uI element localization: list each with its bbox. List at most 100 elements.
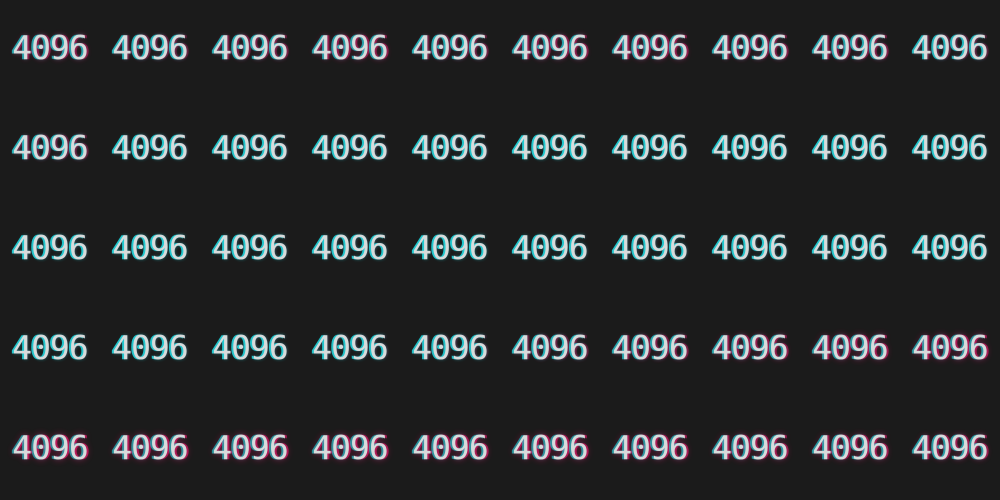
number-text: 4096	[612, 28, 688, 67]
number-label: 4096	[0, 428, 100, 468]
number-text: 4096	[912, 28, 988, 67]
number-label: 4096	[0, 228, 100, 268]
number-text: 4096	[112, 428, 188, 467]
number-label: 4096	[500, 128, 600, 168]
number-text: 4096	[112, 228, 188, 267]
number-text: 4096	[612, 128, 688, 167]
number-text: 4096	[312, 228, 388, 267]
grid-row: 4096 4096 4096 4096 4096 4096 4096 4096 4096 4096	[0, 428, 1000, 468]
number-text: 4096	[312, 428, 388, 467]
number-label: 4096	[0, 328, 100, 368]
number-text: 4096	[312, 128, 388, 167]
number-text: 4096	[812, 28, 888, 67]
number-grid: 4096 4096 4096 4096 4096 4096 4096 4096 4096 4096…	[0, 0, 1000, 500]
number-text: 4096	[812, 228, 888, 267]
number-text: 4096	[412, 128, 488, 167]
number-label: 4096	[700, 28, 800, 68]
number-text: 4096	[412, 228, 488, 267]
number-label: 4096	[600, 128, 700, 168]
number-label: 4096	[900, 328, 1000, 368]
number-label: 4096	[400, 228, 500, 268]
number-text: 4096	[612, 328, 688, 367]
number-text: 4096	[912, 328, 988, 367]
grid-row: 4096 4096 4096 4096 4096 4096 4096 4096 4096 4096	[0, 228, 1000, 268]
number-label: 4096	[400, 28, 500, 68]
number-label: 4096	[500, 428, 600, 468]
number-text: 4096	[412, 328, 488, 367]
number-label: 4096	[800, 28, 900, 68]
number-label: 4096	[800, 328, 900, 368]
number-label: 4096	[300, 328, 400, 368]
number-text: 4096	[112, 28, 188, 67]
number-label: 4096	[200, 28, 300, 68]
number-label: 4096	[600, 428, 700, 468]
number-text: 4096	[812, 328, 888, 367]
number-label: 4096	[300, 28, 400, 68]
number-text: 4096	[512, 228, 588, 267]
number-text: 4096	[812, 428, 888, 467]
grid-row: 4096 4096 4096 4096 4096 4096 4096 4096 4096 4096	[0, 28, 1000, 68]
number-label: 4096	[0, 28, 100, 68]
number-label: 4096	[700, 328, 800, 368]
number-text: 4096	[712, 128, 788, 167]
number-label: 4096	[300, 228, 400, 268]
number-text: 4096	[212, 128, 288, 167]
number-text: 4096	[12, 328, 88, 367]
number-label: 4096	[400, 128, 500, 168]
number-label: 4096	[0, 128, 100, 168]
number-text: 4096	[212, 328, 288, 367]
number-label: 4096	[800, 228, 900, 268]
number-text: 4096	[212, 228, 288, 267]
number-text: 4096	[612, 228, 688, 267]
number-text: 4096	[712, 428, 788, 467]
number-label: 4096	[600, 228, 700, 268]
number-text: 4096	[512, 28, 588, 67]
number-label: 4096	[900, 428, 1000, 468]
number-text: 4096	[12, 428, 88, 467]
number-label: 4096	[100, 328, 200, 368]
number-text: 4096	[712, 228, 788, 267]
number-text: 4096	[112, 128, 188, 167]
number-label: 4096	[500, 28, 600, 68]
number-text: 4096	[412, 28, 488, 67]
number-text: 4096	[512, 328, 588, 367]
number-text: 4096	[612, 428, 688, 467]
number-label: 4096	[300, 428, 400, 468]
number-label: 4096	[600, 28, 700, 68]
number-label: 4096	[700, 428, 800, 468]
number-label: 4096	[400, 428, 500, 468]
number-label: 4096	[100, 428, 200, 468]
number-label: 4096	[900, 28, 1000, 68]
number-label: 4096	[700, 228, 800, 268]
number-label: 4096	[600, 328, 700, 368]
number-text: 4096	[12, 128, 88, 167]
number-label: 4096	[100, 28, 200, 68]
number-text: 4096	[212, 428, 288, 467]
grid-row: 4096 4096 4096 4096 4096 4096 4096 4096 4096 4096	[0, 128, 1000, 168]
number-text: 4096	[812, 128, 888, 167]
number-label: 4096	[500, 328, 600, 368]
grid-row: 4096 4096 4096 4096 4096 4096 4096 4096 4096 4096	[0, 328, 1000, 368]
number-text: 4096	[12, 228, 88, 267]
number-label: 4096	[900, 128, 1000, 168]
number-text: 4096	[712, 28, 788, 67]
number-text: 4096	[912, 428, 988, 467]
number-label: 4096	[700, 128, 800, 168]
number-label: 4096	[400, 328, 500, 368]
number-text: 4096	[912, 128, 988, 167]
number-label: 4096	[200, 228, 300, 268]
number-label: 4096	[200, 428, 300, 468]
number-label: 4096	[100, 228, 200, 268]
number-label: 4096	[100, 128, 200, 168]
number-text: 4096	[412, 428, 488, 467]
number-label: 4096	[200, 328, 300, 368]
number-text: 4096	[112, 328, 188, 367]
number-label: 4096	[300, 128, 400, 168]
number-label: 4096	[200, 128, 300, 168]
number-label: 4096	[800, 128, 900, 168]
number-text: 4096	[312, 28, 388, 67]
number-label: 4096	[900, 228, 1000, 268]
number-text: 4096	[912, 228, 988, 267]
number-text: 4096	[212, 28, 288, 67]
number-text: 4096	[712, 328, 788, 367]
